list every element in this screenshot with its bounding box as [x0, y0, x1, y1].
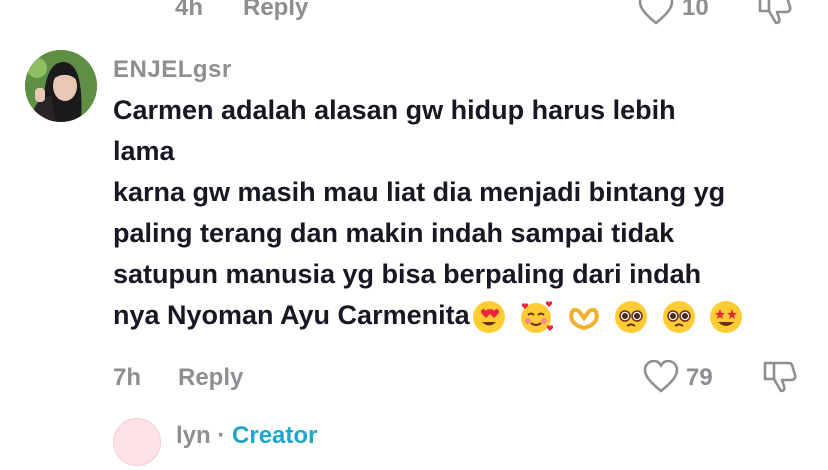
- like-count: 79: [686, 364, 713, 391]
- like-button[interactable]: [642, 359, 680, 394]
- dislike-button[interactable]: [762, 360, 798, 394]
- pleading-face-emoji: [615, 300, 648, 333]
- comment-time: 7h: [113, 364, 142, 391]
- heart-hands-emoji: [568, 307, 599, 330]
- avatar-photo: [25, 50, 97, 122]
- dislike-icon: [763, 361, 797, 393]
- reply-avatar[interactable]: [113, 418, 161, 466]
- comment-username[interactable]: ENJELgsr: [113, 56, 232, 84]
- heart-eyes-emoji: [472, 300, 505, 333]
- reply-separator: ·: [217, 422, 226, 449]
- comment-line: lama: [113, 136, 175, 166]
- comment-line: satupun manusia yg bisa berpaling dari i…: [113, 259, 702, 289]
- prev-like-count: 10: [682, 0, 709, 21]
- emoji-group: [472, 295, 750, 336]
- reply-username[interactable]: lyn: [176, 422, 211, 449]
- reply-author: lyn · Creator: [176, 422, 317, 450]
- reply-button[interactable]: Reply: [178, 364, 243, 392]
- smiling-hearts-emoji: [521, 301, 554, 333]
- comment-line-last: nya Nyoman Ayu Carmenita: [113, 295, 813, 336]
- prev-reply-button[interactable]: Reply: [243, 0, 308, 22]
- prev-comment-time: 4h: [175, 0, 204, 21]
- comment-line: karna gw masih mau liat dia menjadi bint…: [113, 177, 726, 207]
- comment-line: nya Nyoman Ayu Carmenita: [113, 300, 470, 330]
- pleading-face-emoji: [662, 300, 695, 333]
- star-struck-emoji: [710, 300, 743, 333]
- heart-icon: [643, 359, 679, 393]
- heart-icon: [638, 0, 674, 25]
- prev-dislike-button[interactable]: [757, 0, 793, 26]
- comment-line: paling terang dan makin indah sampai tid…: [113, 218, 675, 248]
- comment-line: Carmen adalah alasan gw hidup harus lebi…: [113, 95, 676, 125]
- comment-text: Carmen adalah alasan gw hidup harus lebi…: [113, 90, 813, 336]
- dislike-icon: [758, 0, 792, 25]
- avatar[interactable]: [25, 50, 97, 122]
- creator-badge: Creator: [232, 422, 318, 449]
- prev-like-button[interactable]: [637, 0, 675, 26]
